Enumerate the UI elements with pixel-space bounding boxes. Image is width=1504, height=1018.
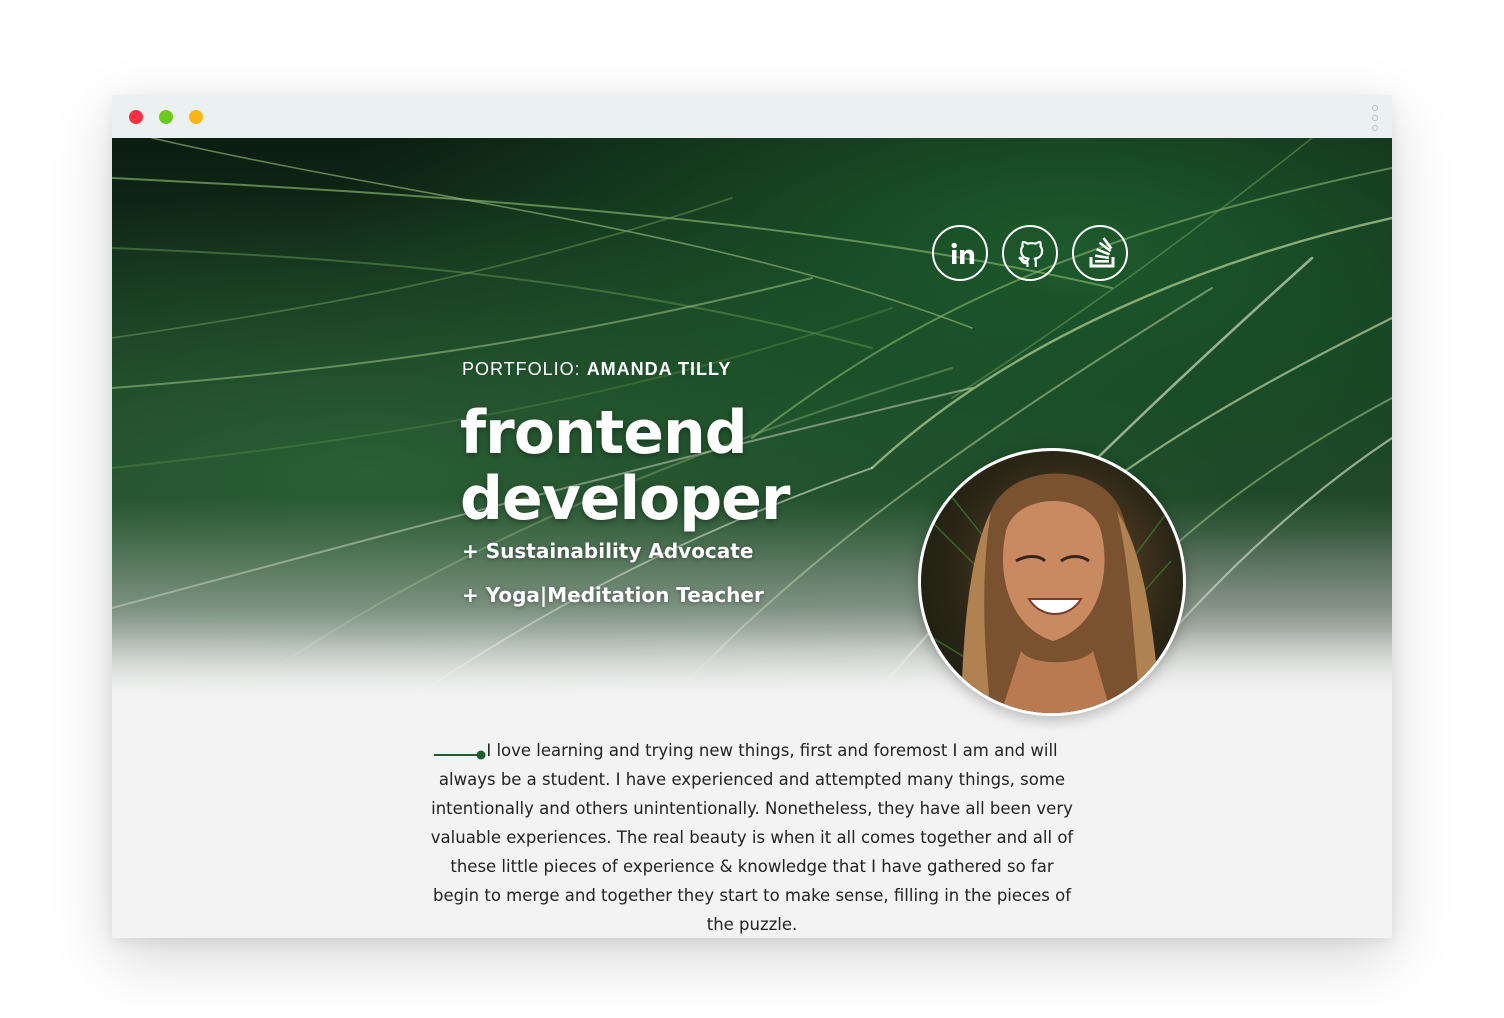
linkedin-icon [951,242,975,264]
minimize-window-button[interactable] [189,110,203,124]
stackoverflow-icon [1089,237,1115,268]
portfolio-kicker: PORTFOLIO: AMANDA TILLY [462,359,731,380]
profile-photo [918,448,1186,716]
window-menu-icon[interactable] [1371,105,1379,131]
bio-paragraph: I love learning and trying new things, f… [430,741,1074,934]
title-line-2: developer [460,464,790,534]
hero-section: PORTFOLIO: AMANDA TILLY frontend develope… [112,138,1392,698]
github-icon [1018,240,1044,267]
kicker-prefix: PORTFOLIO: [462,359,581,379]
stackoverflow-link[interactable] [1072,225,1128,281]
github-link[interactable] [1002,225,1058,281]
maximize-window-button[interactable] [159,110,173,124]
role-yoga: + Yoga|Meditation Teacher [462,583,764,607]
linkedin-link[interactable] [932,225,988,281]
window-titlebar [112,95,1392,138]
browser-window: PORTFOLIO: AMANDA TILLY frontend develope… [112,95,1392,938]
owner-name: AMANDA TILLY [586,359,732,379]
portrait-illustration [921,470,1183,713]
title-line-1: frontend [460,398,748,468]
close-window-button[interactable] [129,110,143,124]
role-sustainability: + Sustainability Advocate [462,539,754,563]
page-title: frontend developer [460,398,790,534]
